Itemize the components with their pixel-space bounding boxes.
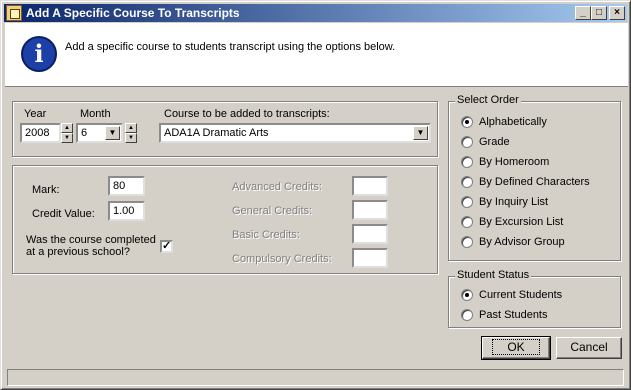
year-input[interactable]: 2008: [20, 123, 61, 143]
window-title: Add A Specific Course To Transcripts: [26, 6, 240, 20]
mark-label: Mark:: [32, 184, 60, 196]
info-icon: i: [21, 36, 57, 72]
details-group: Mark: 80 Credit Value: 1.00 Was the cour…: [12, 165, 438, 274]
radio-button-icon[interactable]: [461, 309, 473, 322]
ok-button[interactable]: OK: [481, 336, 551, 360]
status-option-current[interactable]: Current Students: [461, 289, 562, 305]
select-order-group: Select Order Alphabetically Grade By Hom…: [448, 94, 621, 261]
previous-school-checkbox[interactable]: ✓: [160, 240, 173, 253]
mark-input[interactable]: 80: [108, 176, 145, 196]
general-credits-input[interactable]: [352, 200, 388, 220]
radio-button-icon[interactable]: [461, 176, 473, 189]
month-value: 6: [81, 127, 88, 139]
radio-button-icon[interactable]: [461, 196, 473, 209]
student-status-group: Student Status Current Students Past Stu…: [448, 269, 621, 328]
radio-button-icon[interactable]: [461, 289, 473, 302]
order-option-grade[interactable]: Grade: [461, 136, 510, 152]
credit-value-input[interactable]: 1.00: [108, 201, 145, 221]
radio-button-icon[interactable]: [461, 116, 473, 129]
order-option-homeroom[interactable]: By Homeroom: [461, 156, 549, 172]
minimize-button[interactable]: _: [575, 6, 591, 20]
header-panel: i Add a specific course to students tran…: [5, 23, 628, 87]
compulsory-credits-label: Compulsory Credits:: [232, 253, 332, 265]
app-icon: [6, 5, 22, 21]
radio-button-icon[interactable]: [461, 136, 473, 149]
radio-button-icon[interactable]: [461, 236, 473, 249]
advanced-credits-label: Advanced Credits:: [232, 181, 322, 193]
status-option-past[interactable]: Past Students: [461, 309, 548, 325]
basic-credits-input[interactable]: [352, 224, 388, 244]
previous-school-label-line1: Was the course completed: [26, 234, 156, 246]
month-down-arrow-icon[interactable]: ▼: [125, 133, 137, 143]
previous-school-label-line2: at a previous school?: [26, 246, 130, 258]
cancel-button[interactable]: Cancel: [556, 337, 622, 359]
basic-credits-label: Basic Credits:: [232, 229, 300, 241]
advanced-credits-input[interactable]: [352, 176, 388, 196]
course-label: Course to be added to transcripts:: [164, 108, 330, 120]
year-spinner[interactable]: ▲ ▼: [61, 123, 73, 143]
credit-value-label: Credit Value:: [32, 208, 95, 220]
close-button[interactable]: ×: [609, 6, 625, 20]
ok-button-label: OK: [492, 339, 540, 355]
course-select[interactable]: ADA1A Dramatic Arts ▼: [159, 123, 431, 143]
title-bar[interactable]: Add A Specific Course To Transcripts _ □…: [4, 4, 627, 22]
status-bar: [7, 369, 624, 386]
order-option-advisor-group[interactable]: By Advisor Group: [461, 236, 565, 252]
year-down-arrow-icon[interactable]: ▼: [61, 133, 73, 143]
radio-button-icon[interactable]: [461, 156, 473, 169]
course-selection-group: Year 2008 ▲ ▼ Month 6 ▼ ▲ ▼ Course to be…: [12, 101, 438, 157]
compulsory-credits-input[interactable]: [352, 248, 388, 268]
month-label: Month: [80, 108, 111, 120]
student-status-title: Student Status: [455, 269, 532, 281]
chevron-down-icon[interactable]: ▼: [105, 126, 120, 140]
order-option-defined-characters[interactable]: By Defined Characters: [461, 176, 590, 192]
month-up-arrow-icon[interactable]: ▲: [125, 123, 137, 133]
chevron-down-icon[interactable]: ▼: [413, 126, 428, 140]
header-description: Add a specific course to students transc…: [65, 41, 396, 53]
month-select[interactable]: 6 ▼: [76, 123, 123, 143]
month-spinner[interactable]: ▲ ▼: [125, 123, 137, 143]
radio-button-icon[interactable]: [461, 216, 473, 229]
order-option-alphabetically[interactable]: Alphabetically: [461, 116, 547, 132]
course-value: ADA1A Dramatic Arts: [164, 127, 269, 139]
maximize-button[interactable]: □: [591, 6, 607, 20]
select-order-title: Select Order: [455, 94, 521, 106]
dialog-window: Add A Specific Course To Transcripts _ □…: [0, 0, 631, 390]
general-credits-label: General Credits:: [232, 205, 313, 217]
order-option-excursion-list[interactable]: By Excursion List: [461, 216, 563, 232]
order-option-inquiry-list[interactable]: By Inquiry List: [461, 196, 548, 212]
year-up-arrow-icon[interactable]: ▲: [61, 123, 73, 133]
year-label: Year: [24, 108, 47, 120]
